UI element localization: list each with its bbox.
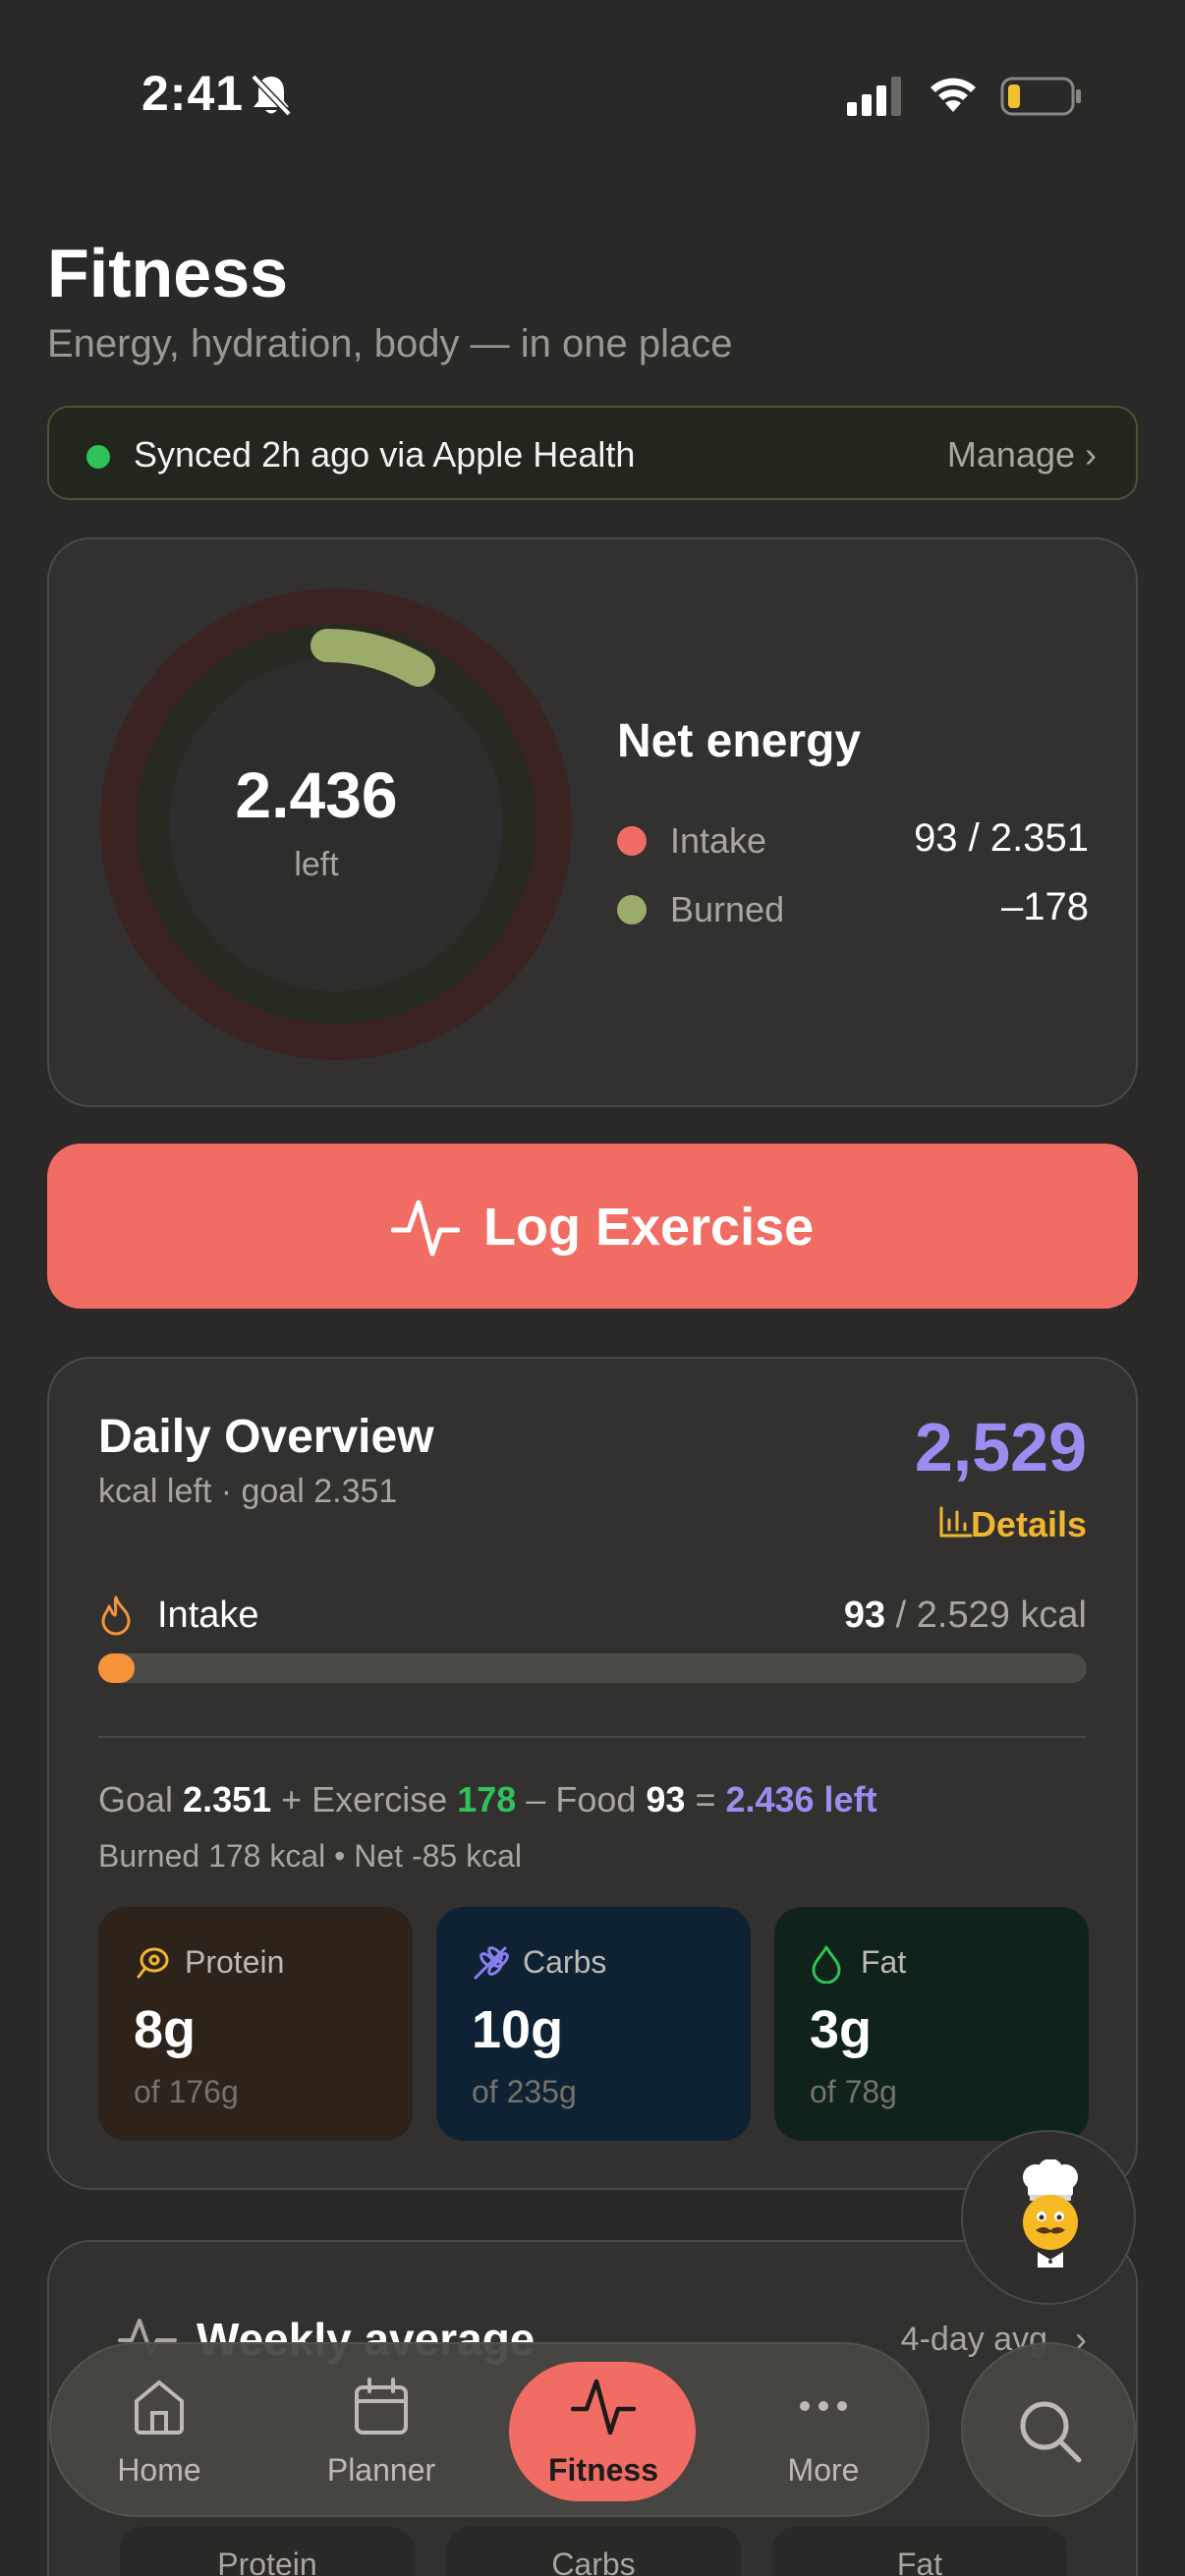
intake-progress-fill xyxy=(98,1653,135,1683)
weekly-protein-label: Protein xyxy=(217,2547,317,2576)
manage-link[interactable]: Manage › xyxy=(947,434,1097,476)
net-energy-title: Net energy xyxy=(617,715,862,767)
page-title: Fitness xyxy=(47,235,289,311)
carbs-card[interactable]: Carbs 10g of 235g xyxy=(436,1907,751,2141)
wifi-icon xyxy=(931,78,976,112)
signal-icon xyxy=(847,77,901,116)
tab-planner-label: Planner xyxy=(326,2452,436,2488)
daily-overview-subtitle: kcal left · goal 2.351 xyxy=(98,1473,398,1510)
carbs-value: 10g xyxy=(472,2000,564,2059)
net-energy-card: 2.436 left Net energy Intake 93 / 2.351 … xyxy=(47,537,1138,1107)
fat-value: 3g xyxy=(810,2000,873,2059)
activity-icon xyxy=(571,2379,636,2436)
chef-icon xyxy=(1023,2159,1078,2268)
tab-planner[interactable]: Planner xyxy=(273,2344,489,2519)
fat-goal: of 78g xyxy=(810,2074,897,2109)
intake-label: Intake xyxy=(157,1595,259,1636)
flame-icon xyxy=(101,1596,131,1636)
protein-value: 8g xyxy=(134,2000,197,2059)
tab-bar: Home Planner Fitness More xyxy=(49,2342,930,2517)
weekly-fat-label: Fat xyxy=(896,2547,943,2576)
protein-icon xyxy=(137,1947,169,1979)
burned-legend-value: –178 xyxy=(1001,885,1089,928)
bell-muted-icon xyxy=(251,74,292,117)
activity-icon xyxy=(391,1200,460,1257)
battery-icon xyxy=(1000,77,1081,116)
calorie-equation: Goal 2.351 + Exercise 178 – Food 93 = 2.… xyxy=(98,1779,877,1820)
carbs-label: Carbs xyxy=(523,1944,607,1980)
intake-legend-dot xyxy=(617,826,647,856)
log-exercise-button[interactable]: Log Exercise xyxy=(47,1144,1138,1309)
daily-overview-card: Daily Overview kcal left · goal 2.351 2,… xyxy=(47,1357,1138,2190)
calendar-icon xyxy=(355,2378,408,2435)
sync-status-dot xyxy=(86,445,110,469)
fat-card[interactable]: Fat 3g of 78g xyxy=(774,1907,1089,2141)
page-subtitle: Energy, hydration, body — in one place xyxy=(47,322,733,365)
energy-left-value: 2.436 xyxy=(235,758,398,831)
chef-assistant-button[interactable] xyxy=(961,2130,1136,2305)
tab-home-label: Home xyxy=(117,2452,201,2488)
divider xyxy=(98,1736,1087,1738)
search-button[interactable] xyxy=(961,2342,1136,2517)
droplet-icon xyxy=(812,1945,841,1984)
burned-legend-dot xyxy=(617,895,647,924)
weekly-carbs-label: Carbs xyxy=(551,2547,636,2576)
tab-home[interactable]: Home xyxy=(51,2344,267,2519)
home-icon xyxy=(135,2380,184,2435)
intake-value: 93 / 2.529 kcal xyxy=(843,1595,1087,1636)
fat-label: Fat xyxy=(861,1944,907,1980)
tab-more[interactable]: More xyxy=(715,2344,931,2519)
protein-card[interactable]: Protein 8g of 176g xyxy=(98,1907,413,2141)
protein-label: Protein xyxy=(185,1944,285,1980)
protein-goal: of 176g xyxy=(134,2074,239,2109)
energy-left-label: left xyxy=(294,846,339,883)
burned-net-summary: Burned 178 kcal • Net -85 kcal xyxy=(98,1838,522,1874)
search-icon xyxy=(1020,2401,1082,2463)
carbs-goal: of 235g xyxy=(472,2074,577,2109)
tab-fitness-label: Fitness xyxy=(547,2452,659,2488)
log-exercise-label: Log Exercise xyxy=(483,1198,815,1257)
more-icon xyxy=(800,2401,847,2411)
status-time: 2:41 xyxy=(141,66,245,121)
tab-more-label: More xyxy=(787,2452,860,2488)
intake-progress-bar xyxy=(98,1653,1087,1683)
intake-legend-label: Intake xyxy=(670,820,767,861)
tab-fitness[interactable]: Fitness xyxy=(495,2344,711,2519)
sync-banner[interactable]: Synced 2h ago via Apple Health Manage › xyxy=(47,406,1138,500)
burned-legend-label: Burned xyxy=(670,889,785,929)
details-link[interactable]: Details xyxy=(971,1504,1087,1545)
intake-legend-value: 93 / 2.351 xyxy=(914,816,1089,860)
bar-chart-icon xyxy=(939,1506,973,1538)
sync-status-text: Synced 2h ago via Apple Health xyxy=(134,434,636,475)
daily-overview-title: Daily Overview xyxy=(98,1411,434,1463)
kcal-left-value: 2,529 xyxy=(914,1409,1087,1485)
wheat-icon xyxy=(474,1946,509,1980)
